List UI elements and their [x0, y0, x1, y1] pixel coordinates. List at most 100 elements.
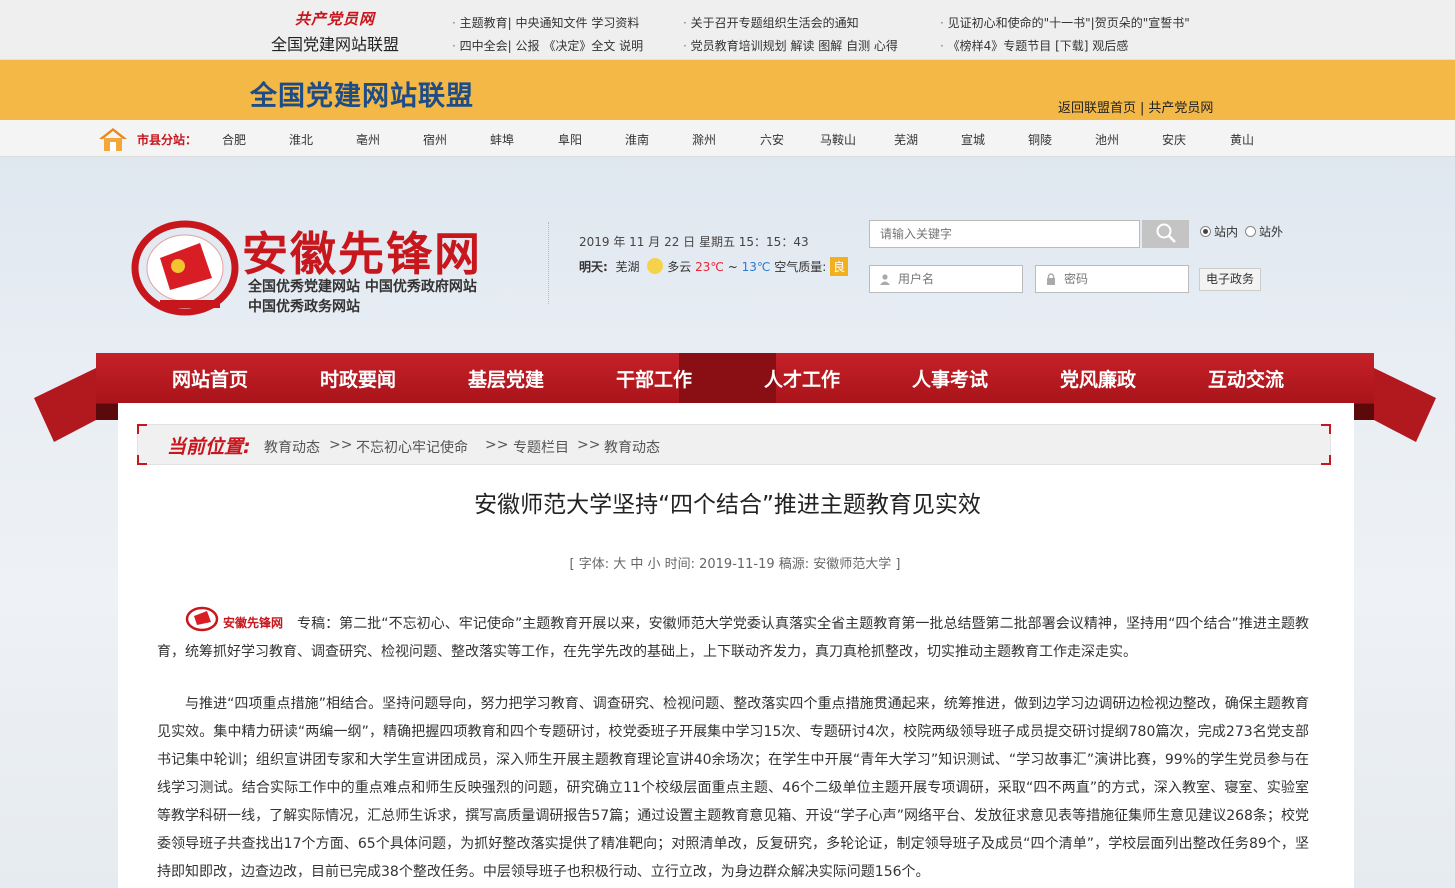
nav-home[interactable]: 网站首页 — [172, 365, 248, 392]
username-placeholder: 用户名 — [898, 272, 935, 286]
paragraph-text: 专稿：第二批“不忘初心、牢记使命”主题教育开展以来，安徽师范大学党委认真落实全省… — [157, 616, 1309, 660]
site-emblem-icon[interactable] — [130, 218, 240, 318]
header-divider — [548, 222, 549, 304]
cloudy-sun-icon — [647, 258, 664, 274]
site-honor-line2: 中国优秀政务网站 — [248, 299, 360, 315]
weather-widget: 明天: 芜湖 多云 23℃ ~ 13℃ 空气质量: 良 — [579, 257, 849, 276]
search-icon — [1156, 223, 1176, 243]
top-links-col2: 关于召开专题组织生活会的通知 党员教育培训规划 解读 图解 自测 心得 — [683, 12, 898, 58]
city-bar: 市县分站： 合肥 淮北 亳州 宿州 蚌埠 阜阳 淮南 滁州 六安 马鞍山 芜湖 … — [0, 120, 1455, 157]
brand-logo-text: 共产党员网 — [294, 10, 375, 28]
top-links-col1: 主题教育| 中央通知文件 学习资料 四中全会| 公报 《决定》全文 说明 — [452, 12, 644, 58]
inline-logo-text: 安徽先锋网 — [223, 616, 284, 630]
breadcrumb-sep: >> — [485, 437, 509, 453]
current-datetime: 2019 年 11 月 22 日 星期五 15：15：43 — [579, 235, 809, 249]
password-placeholder: 密码 — [1064, 272, 1089, 286]
city-link[interactable]: 蚌埠 — [490, 131, 514, 148]
city-link[interactable]: 马鞍山 — [820, 131, 856, 148]
banner-links: 返回联盟首页 | 共产党员网 — [1058, 97, 1213, 116]
temp-high: 23℃ — [695, 260, 724, 274]
site-name[interactable]: 安徽先锋网 — [242, 218, 482, 284]
user-icon — [880, 274, 890, 285]
article-paragraph: 安徽先锋网 专稿：第二批“不忘初心、牢记使命”主题教育开展以来，安徽师范大学党委… — [157, 606, 1309, 666]
top-link[interactable]: 关于召开专题组织生活会的通知 — [683, 12, 898, 35]
link-separator: | — [1140, 101, 1145, 116]
top-link[interactable]: 《榜样4》专题节目 [下载] 观后感 — [940, 35, 1190, 58]
article-paragraph: 与推进“四项重点措施”相结合。坚持问题导向，努力把学习教育、调查研究、检视问题、… — [157, 696, 1309, 880]
city-link[interactable]: 安庆 — [1162, 131, 1186, 148]
city-link[interactable]: 池州 — [1095, 131, 1119, 148]
city-link[interactable]: 黄山 — [1230, 131, 1254, 148]
nav-cadre[interactable]: 干部工作 — [616, 365, 692, 392]
corner-mark — [137, 424, 147, 434]
top-link[interactable]: 党员教育培训规划 解读 图解 自测 心得 — [683, 35, 898, 58]
search-input[interactable] — [869, 220, 1140, 248]
search-scope-in[interactable]: 站内 — [1200, 223, 1238, 240]
aqi-label: 空气质量: — [774, 260, 827, 274]
banner-title: 全国党建网站联盟 — [250, 81, 474, 112]
weather-city: 芜湖 — [615, 260, 640, 274]
city-link[interactable]: 芜湖 — [894, 131, 918, 148]
party-site-link[interactable]: 共产党员网 — [1148, 101, 1213, 116]
nav-exam[interactable]: 人事考试 — [912, 365, 988, 392]
alliance-topbar: 共产党员网 全国党建网站联盟 主题教育| 中央通知文件 学习资料 四中全会| 公… — [0, 0, 1455, 60]
top-link[interactable]: 四中全会| 公报 《决定》全文 说明 — [452, 35, 644, 58]
city-link[interactable]: 滁州 — [692, 131, 716, 148]
site-honor-line1: 全国优秀党建网站 中国优秀政府网站 — [248, 279, 477, 295]
city-link[interactable]: 淮南 — [625, 131, 649, 148]
city-link[interactable]: 六安 — [760, 131, 784, 148]
nav-integrity[interactable]: 党风廉政 — [1060, 365, 1136, 392]
city-bar-label: 市县分站： — [137, 133, 198, 147]
city-link[interactable]: 亳州 — [356, 131, 380, 148]
corner-mark — [137, 455, 147, 465]
radio-checked-icon — [1200, 226, 1211, 237]
city-link[interactable]: 淮北 — [289, 131, 313, 148]
return-home-link[interactable]: 返回联盟首页 — [1058, 101, 1136, 116]
main-nav: 网站首页 时政要闻 基层党建 干部工作 人才工作 人事考试 党风廉政 互动交流 — [96, 353, 1374, 403]
article-meta: [ 字体: 大 中 小 时间: 2019-11-19 稿源: 安徽师范大学 ] — [569, 557, 901, 572]
city-link[interactable]: 铜陵 — [1028, 131, 1052, 148]
search-scope-out-label: 站外 — [1259, 225, 1284, 239]
password-field[interactable]: 密码 — [1035, 265, 1189, 293]
breadcrumb-sep: >> — [329, 437, 353, 453]
temp-tilde: ~ — [727, 260, 738, 274]
lock-icon — [1047, 273, 1055, 285]
nav-talent[interactable]: 人才工作 — [764, 365, 840, 392]
username-field[interactable]: 用户名 — [869, 265, 1023, 293]
breadcrumb-item[interactable]: 不忘初心牢记使命 — [356, 437, 468, 457]
top-link[interactable]: 主题教育| 中央通知文件 学习资料 — [452, 12, 643, 35]
search-scope-out[interactable]: 站外 — [1245, 223, 1283, 240]
nav-active-highlight — [679, 353, 776, 403]
article-title: 安徽师范大学坚持“四个结合”推进主题教育见实效 — [474, 492, 981, 518]
corner-mark — [1321, 424, 1331, 434]
nav-politics[interactable]: 时政要闻 — [320, 365, 396, 392]
aqi-badge: 良 — [830, 257, 849, 276]
temp-low: 13℃ — [741, 260, 771, 274]
egov-button[interactable]: 电子政务 — [1199, 268, 1262, 291]
alliance-logo[interactable]: 共产党员网 全国党建网站联盟 — [255, 8, 415, 55]
alliance-banner: 全国党建网站联盟 返回联盟首页 | 共产党员网 — [0, 60, 1455, 120]
breadcrumb-item[interactable]: 教育动态 — [604, 437, 660, 457]
site-emblem-icon — [185, 606, 219, 632]
site-inline-logo: 安徽先锋网 — [157, 606, 297, 632]
search-scope-in-label: 站内 — [1214, 225, 1239, 239]
city-link[interactable]: 阜阳 — [558, 131, 582, 148]
search-button[interactable] — [1142, 220, 1189, 248]
corner-mark — [1321, 455, 1331, 465]
city-link[interactable]: 宣城 — [961, 131, 985, 148]
nav-grassroots[interactable]: 基层党建 — [468, 365, 544, 392]
nav-interaction[interactable]: 互动交流 — [1208, 365, 1284, 392]
breadcrumb-item[interactable]: 教育动态 — [264, 437, 320, 457]
city-link[interactable]: 合肥 — [222, 131, 246, 148]
breadcrumb-sep: >> — [577, 437, 601, 453]
home-icon — [99, 128, 127, 151]
top-link[interactable]: 见证初心和使命的"十一书"|贺页朵的"宣誓书" — [940, 12, 1190, 35]
weather-condition: 多云 — [667, 260, 692, 274]
alliance-name: 全国党建网站联盟 — [270, 35, 399, 54]
breadcrumb-item[interactable]: 专题栏目 — [513, 437, 569, 457]
radio-unchecked-icon — [1245, 226, 1256, 237]
top-links-col3: 见证初心和使命的"十一书"|贺页朵的"宣誓书" 《榜样4》专题节目 [下载] 观… — [940, 12, 1190, 58]
weather-label: 明天: — [579, 260, 608, 274]
city-link[interactable]: 宿州 — [423, 131, 447, 148]
breadcrumb-label: 当前位置: — [167, 436, 251, 458]
